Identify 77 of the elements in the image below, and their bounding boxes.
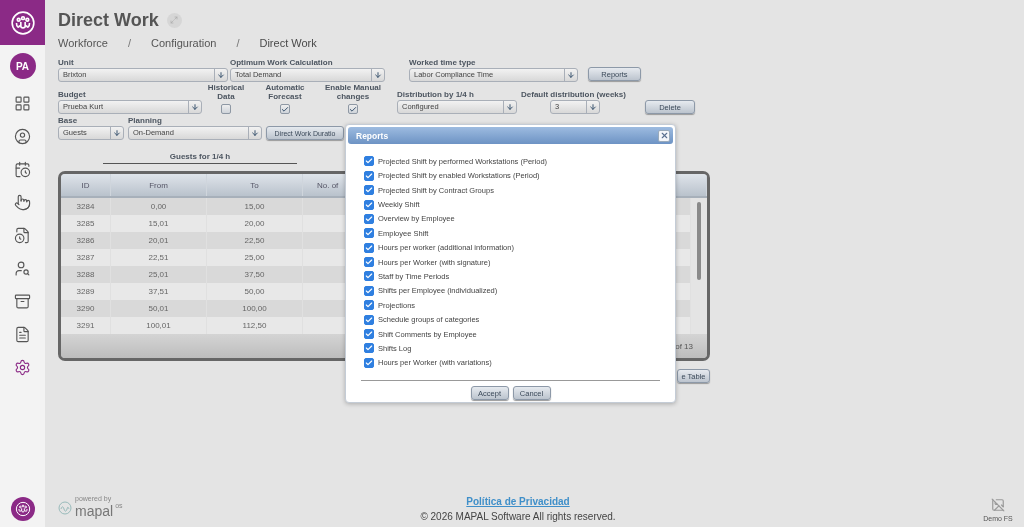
close-icon bbox=[659, 131, 669, 141]
checkbox[interactable] bbox=[364, 257, 374, 268]
logo-block[interactable] bbox=[0, 0, 45, 45]
checkbox[interactable] bbox=[280, 104, 290, 114]
checkbox-label: Enable Manual changes bbox=[324, 83, 382, 101]
arrow-down-icon bbox=[191, 103, 199, 111]
checkbox[interactable] bbox=[364, 242, 374, 253]
checkbox[interactable] bbox=[364, 314, 374, 325]
document-icon bbox=[14, 325, 31, 343]
copyright-text: © 2026 MAPAL Software All rights reserved. bbox=[420, 511, 616, 522]
checkbox[interactable] bbox=[364, 285, 374, 296]
checkbox-label: Automatic Forecast bbox=[264, 83, 306, 101]
checkbox[interactable] bbox=[364, 343, 374, 354]
sidebar-item[interactable] bbox=[12, 93, 33, 113]
arrow-down-icon bbox=[374, 71, 382, 79]
pointer-hand-icon bbox=[14, 193, 31, 211]
column-header[interactable]: To bbox=[207, 174, 303, 196]
checkbox[interactable] bbox=[364, 329, 374, 339]
sidebar-item[interactable] bbox=[12, 291, 33, 311]
checkbox[interactable] bbox=[364, 185, 374, 196]
checkbox[interactable] bbox=[364, 271, 374, 282]
field-label: Budget bbox=[58, 90, 87, 99]
column-header[interactable]: ID bbox=[61, 174, 111, 196]
sidebar-item[interactable] bbox=[12, 159, 33, 179]
arrow-down-icon bbox=[506, 103, 514, 111]
page-title: Direct Work bbox=[58, 9, 159, 31]
document-clock-icon bbox=[14, 226, 31, 244]
check-icon bbox=[349, 104, 357, 114]
logo-icon bbox=[14, 501, 31, 517]
brand-name: mapal bbox=[75, 503, 114, 519]
settings-icon bbox=[14, 358, 31, 376]
field-label: Base bbox=[58, 116, 79, 125]
checkbox-label: Historical Data bbox=[206, 83, 246, 101]
field-label: Worked time type bbox=[409, 58, 477, 67]
breadcrumb-separator: / bbox=[127, 36, 131, 49]
arrow-down-icon bbox=[217, 71, 225, 79]
checkbox[interactable] bbox=[221, 104, 231, 114]
field-label: Optimum Work Calculation bbox=[230, 58, 334, 67]
breadcrumb-item[interactable]: Workforce bbox=[58, 36, 108, 49]
wave-icon bbox=[58, 500, 72, 515]
field-label: Planning bbox=[128, 116, 163, 125]
arrow-down-icon bbox=[113, 129, 121, 137]
field-label: Default distribution (weeks) bbox=[521, 90, 627, 99]
arrow-down-icon bbox=[251, 129, 259, 137]
calendar-clock-icon bbox=[14, 160, 31, 178]
close-button[interactable] bbox=[658, 129, 670, 142]
logo-icon bbox=[9, 9, 36, 36]
checkbox[interactable] bbox=[348, 104, 358, 114]
checkbox[interactable] bbox=[364, 199, 374, 210]
dialog-title: Reports bbox=[356, 130, 389, 141]
breadcrumb-item: Direct Work bbox=[259, 36, 317, 49]
sidebar-item[interactable] bbox=[12, 192, 33, 212]
checkbox[interactable] bbox=[364, 156, 374, 167]
page-count: of 13 bbox=[675, 341, 693, 351]
scrollbar-thumb[interactable] bbox=[697, 202, 701, 280]
app-logo[interactable] bbox=[10, 497, 35, 521]
user-circle-icon bbox=[14, 127, 31, 145]
dashboard-icon bbox=[14, 94, 31, 112]
user-avatar[interactable]: PA bbox=[9, 53, 36, 79]
field-label: Distribution by 1/4 h bbox=[397, 90, 475, 99]
breadcrumb-item[interactable]: Configuration bbox=[151, 36, 217, 49]
user-search-icon bbox=[14, 259, 31, 277]
arrow-down-icon bbox=[567, 71, 575, 79]
checkbox[interactable] bbox=[364, 228, 374, 239]
checkbox[interactable] bbox=[364, 300, 374, 311]
table-title: Guests for 1/4 h bbox=[169, 152, 231, 161]
breadcrumb-separator: / bbox=[236, 36, 240, 49]
checkbox[interactable] bbox=[364, 357, 374, 368]
check-icon bbox=[281, 104, 289, 114]
checkbox[interactable] bbox=[364, 170, 374, 181]
arrow-down-icon bbox=[589, 103, 597, 111]
field-label: Unit bbox=[58, 58, 75, 67]
column-header[interactable]: From bbox=[111, 174, 207, 196]
checkbox[interactable] bbox=[364, 213, 374, 224]
archive-icon bbox=[14, 292, 31, 310]
image-off-icon bbox=[991, 498, 1005, 512]
sidebar-item[interactable] bbox=[12, 126, 33, 146]
